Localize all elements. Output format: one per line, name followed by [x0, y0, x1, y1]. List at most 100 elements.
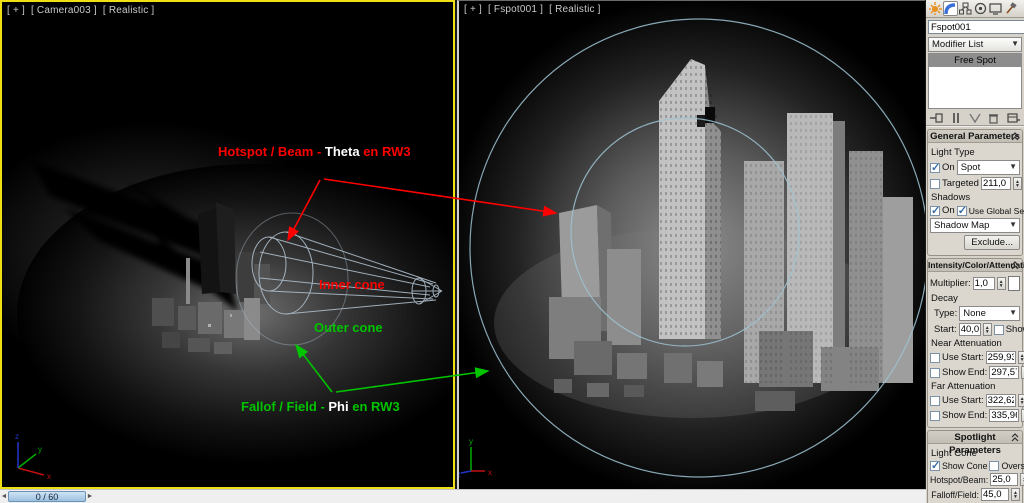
far-start-spinner[interactable]: ▲▼	[1018, 394, 1024, 407]
tab-utilities[interactable]	[1003, 1, 1018, 16]
axis-y-label: y	[38, 445, 42, 454]
previous-frame-icon[interactable]: ◄	[0, 493, 8, 500]
decay-show-checkbox[interactable]	[994, 325, 1004, 335]
tab-display[interactable]	[988, 1, 1003, 16]
use-global-settings-label: Use Global Settings	[969, 206, 1024, 216]
viewport-menu-plus[interactable]: [ + ]	[464, 4, 482, 15]
near-show-checkbox[interactable]	[930, 368, 940, 378]
pin-stack-icon[interactable]	[930, 112, 943, 124]
near-use-checkbox[interactable]	[930, 353, 940, 363]
decay-start-spinner[interactable]: ▲▼	[983, 323, 992, 336]
annotation-text: Theta	[325, 144, 360, 159]
multiplier-spinner[interactable]: ▲▼	[997, 277, 1006, 290]
hotspot-beam-label: Hotspot/Beam:	[930, 475, 988, 485]
axis-z-label: z	[15, 432, 19, 441]
chevron-down-icon: ▼	[1011, 39, 1019, 48]
viewport-fspot001[interactable]: [ + ] [ Fspot001 ] [ Realistic ]	[457, 0, 925, 489]
modifier-stack[interactable]: Free Spot	[928, 53, 1022, 109]
show-cone-label: Show Cone	[942, 461, 987, 471]
outer-cone-annotation: Outer cone	[314, 320, 383, 335]
targeted-label: Targeted	[942, 178, 979, 189]
viewport-menu-shading[interactable]: [ Realistic ]	[103, 5, 155, 16]
viewport-camera003[interactable]: [ + ] [ Camera003 ] [ Realistic ]	[0, 0, 455, 489]
time-slider-handle[interactable]: 0 / 60	[8, 491, 86, 502]
annotation-text: Phi	[328, 399, 348, 414]
tab-create[interactable]	[928, 1, 943, 16]
multiplier-field[interactable]	[973, 277, 995, 290]
light-type-group-label: Light Type	[931, 147, 1020, 158]
decay-start-field[interactable]	[959, 323, 981, 336]
chevron-down-icon: ▼	[1009, 308, 1017, 317]
next-frame-icon[interactable]: ►	[86, 493, 94, 500]
overshoot-label: Overshoot	[1001, 461, 1024, 471]
viewport-menu-view[interactable]: [ Camera003 ]	[31, 5, 97, 16]
far-show-checkbox[interactable]	[930, 411, 940, 421]
falloff-field-field[interactable]	[981, 488, 1009, 501]
near-use-label: Use	[942, 352, 959, 363]
collapse-chevron-icon	[1011, 261, 1019, 270]
configure-modifier-sets-icon[interactable]	[1007, 112, 1020, 124]
rollout-title: General Parameters	[930, 131, 1020, 142]
falloff-field-spinner[interactable]: ▲▼	[1011, 488, 1020, 501]
annotation-text: en RW3	[349, 399, 400, 414]
viewport-menu-shading[interactable]: [ Realistic ]	[549, 4, 601, 15]
wheel-icon	[974, 2, 987, 15]
light-color-swatch[interactable]	[1008, 276, 1020, 291]
viewport-menu-view[interactable]: [ Fspot001 ]	[488, 4, 543, 15]
near-start-spinner[interactable]: ▲▼	[1018, 351, 1024, 364]
annotation-text: Fallof / Field -	[241, 399, 328, 414]
annotation-text: Hotspot / Beam -	[218, 144, 325, 159]
decay-group-label: Decay	[931, 293, 1020, 304]
collapse-chevron-icon	[1011, 433, 1019, 442]
light-type-value: Spot	[961, 162, 981, 173]
near-end-field[interactable]	[989, 366, 1019, 379]
collapse-chevron-icon	[1011, 132, 1019, 141]
show-cone-checkbox[interactable]	[930, 461, 940, 471]
tab-motion[interactable]	[973, 1, 988, 16]
shadow-type-dropdown[interactable]: Shadow Map ▼	[930, 218, 1020, 233]
tab-hierarchy[interactable]	[958, 1, 973, 16]
modifier-list-dropdown[interactable]: Modifier List ▼	[928, 37, 1022, 52]
command-panel: Modifier List ▼ Free Spot General Parame…	[926, 0, 1024, 503]
chevron-down-icon: ▼	[1009, 162, 1017, 171]
hammer-icon	[1004, 2, 1017, 15]
hotspot-beam-field[interactable]	[990, 473, 1018, 486]
show-end-result-icon[interactable]	[951, 112, 961, 124]
sunburst-icon	[929, 2, 942, 15]
far-start-field[interactable]	[986, 394, 1016, 407]
object-name-input[interactable]	[928, 20, 1024, 34]
targeted-checkbox[interactable]	[930, 179, 940, 189]
general-parameters-header[interactable]: General Parameters	[928, 130, 1022, 143]
chevron-down-icon: ▼	[1009, 220, 1017, 229]
shadows-on-checkbox[interactable]	[930, 206, 940, 216]
intensity-header[interactable]: Intensity/Color/Attenuation	[928, 259, 1022, 272]
target-distance-field[interactable]	[981, 177, 1011, 190]
tab-modify[interactable]	[943, 1, 958, 16]
near-show-label: Show	[942, 367, 966, 378]
remove-modifier-icon[interactable]	[988, 112, 999, 124]
make-unique-icon[interactable]	[969, 112, 981, 124]
axis-y-label: y	[469, 437, 473, 446]
near-start-field[interactable]	[986, 351, 1016, 364]
shadow-type-value: Shadow Map	[934, 220, 989, 231]
far-start-label: Start:	[961, 395, 984, 406]
inner-cone-annotation: Inner cone	[319, 277, 385, 292]
bend-curve-icon	[944, 2, 957, 15]
annotation-text: en RW3	[360, 144, 411, 159]
light-on-checkbox[interactable]	[930, 163, 940, 173]
camera-view-scene[interactable]: x y z	[2, 2, 453, 487]
far-end-field[interactable]	[989, 409, 1019, 422]
viewport-menu-plus[interactable]: [ + ]	[7, 5, 25, 16]
exclude-button[interactable]: Exclude...	[964, 235, 1020, 250]
3dsmax-window: [ + ] [ Camera003 ] [ Realistic ]	[0, 0, 1024, 503]
far-use-checkbox[interactable]	[930, 396, 940, 406]
decay-type-dropdown[interactable]: None ▼	[959, 306, 1020, 321]
target-distance-spinner[interactable]: ▲▼	[1013, 177, 1022, 190]
spotlight-parameters-header[interactable]: Spotlight Parameters	[928, 431, 1022, 444]
stack-item-free-spot[interactable]: Free Spot	[929, 54, 1021, 67]
overshoot-checkbox[interactable]	[989, 461, 999, 471]
light-view-scene[interactable]: y z x	[459, 1, 925, 489]
hotspot-beam-spinner[interactable]: ▲▼	[1020, 473, 1024, 486]
light-type-dropdown[interactable]: Spot ▼	[957, 160, 1020, 175]
use-global-settings-checkbox[interactable]	[957, 206, 967, 216]
